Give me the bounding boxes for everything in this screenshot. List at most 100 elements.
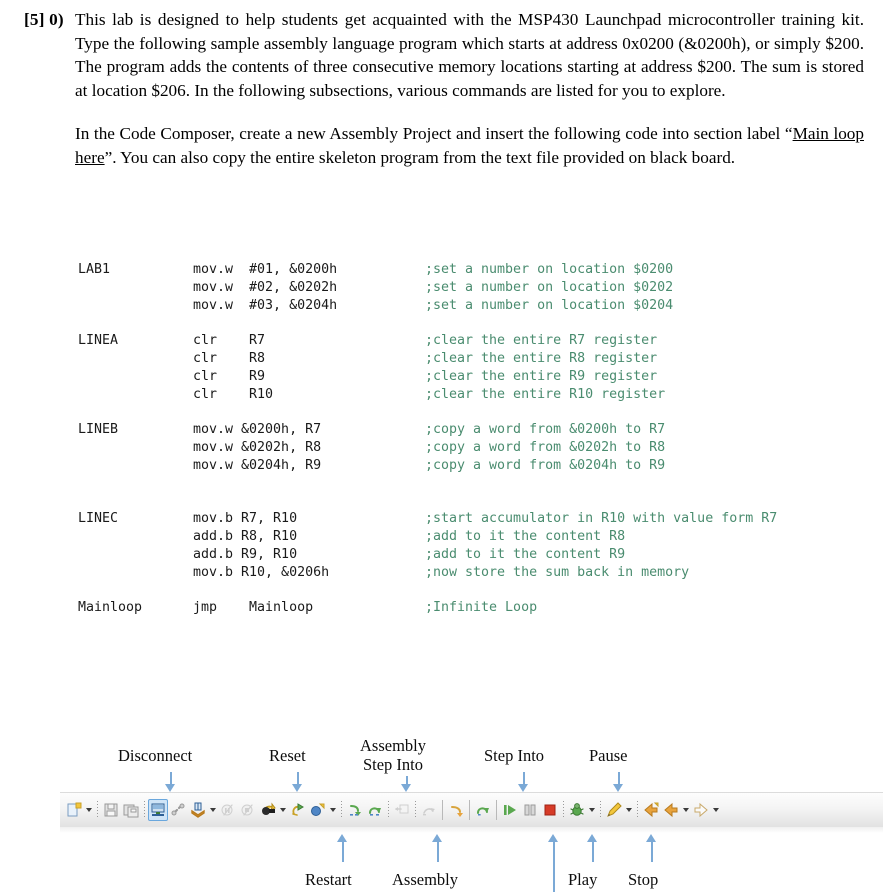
chevron-down-icon [280,808,286,812]
code-label: LINEC [78,511,119,527]
disconnect-target-icon[interactable] [148,799,168,821]
step-into-icon[interactable] [446,799,466,821]
toolbar-separator [338,800,345,820]
toolbar-separator [385,800,392,820]
run-dropdown-caret[interactable] [624,800,634,820]
chevron-down-icon [626,808,632,812]
assembly-code-listing: LAB1 mov.w #01, &0200h ;set a number on lo… [78,261,838,617]
step-return-disabled-icon[interactable] [392,799,412,821]
toolbar-separator [412,800,419,820]
toolbar-separator [493,800,500,820]
run-pencil-icon[interactable] [604,799,624,821]
run-to-line-disabled-icon[interactable] [419,799,439,821]
annotation-step-into-arrow [518,772,529,792]
terminate-disabled-icon[interactable] [238,799,258,821]
code-comment: ;clear the entire R7 register [425,333,658,349]
arrow-head [401,784,411,792]
code-instruction: mov.b R7, R10 [193,511,298,527]
assembly-step-into-icon[interactable] [345,799,365,821]
arrow-head [548,834,558,842]
annotation-restart-label: Restart [305,870,352,889]
code-comment: ;set a number on location $0200 [425,262,674,277]
set-pc-dropdown-caret[interactable] [328,800,338,820]
suspend-disabled-icon[interactable] [218,799,238,821]
new-file-dropdown-caret[interactable] [84,800,94,820]
arrow-head [165,784,175,792]
code-comment: ;copy a word from &0202h to R8 [425,439,666,455]
code-line: Mainloop jmp Mainloop ;Infinite Loop [78,599,838,617]
code-comment: ;start accumulator in R10 with value for… [425,511,778,527]
code-label: LINEB [78,422,119,438]
annotation-pause-arrow [613,772,624,792]
annotation-restart-arrow [337,834,348,862]
back-to-icon[interactable] [641,799,661,821]
annotation-disconnect-label: Disconnect [118,746,193,765]
assembly-step-over-icon[interactable] [365,799,385,821]
toolbar-separator [597,800,604,820]
pause-icon[interactable] [520,799,540,821]
back-arrow-icon[interactable] [661,799,681,821]
restart-icon[interactable] [288,799,308,821]
code-instruction: mov.w #03, &0204h [193,297,338,313]
annotation-assembly-arrow [432,834,443,862]
load-program-icon[interactable] [188,799,208,821]
lab-instructions: [5] 0) This lab is designed to help stud… [24,8,864,170]
code-instruction: mov.w #02, &0202h [193,279,338,295]
toolbar-separator [466,800,473,820]
arrow-head [646,834,656,842]
code-line: mov.w &0202h, R8 ;copy a word from &0202h… [78,439,838,457]
back-dropdown-caret[interactable] [681,800,691,820]
save-icon[interactable] [101,799,121,821]
code-comment: ;Infinite Loop [425,600,538,616]
chevron-down-icon [683,808,689,812]
code-comment: ;copy a word from &0204h to R9 [425,457,666,473]
connect-link-icon[interactable] [168,799,188,821]
code-comment: ;now store the sum back in memory [425,564,690,580]
arrow-shaft [437,842,439,862]
code-line: LINEA clr R7 ;clear the entire R7 register [78,332,838,350]
annotation-assembly-step-into-arrow [401,776,412,792]
arrow-shaft [651,842,653,862]
stop-terminate-icon[interactable] [540,799,560,821]
arrow-head [518,784,528,792]
code-line: mov.w #03, &0204h ;set a number on locati… [78,297,838,315]
code-instruction: mov.w &0204h, R9 [193,457,322,473]
forward-dropdown-caret[interactable] [711,800,721,820]
reset-dropdown-caret[interactable] [278,800,288,820]
annotation-step-into-label: Step Into [484,746,545,765]
code-instruction: mov.w #01, &0200h [193,262,338,277]
code-line: LINEC mov.b R7, R10 ;start accumulator in … [78,510,838,528]
question-number: [5] 0) [24,10,64,29]
code-instruction: mov.w &0202h, R8 [193,439,322,455]
code-label: LAB1 [78,262,111,277]
chevron-down-icon [713,808,719,812]
play-resume-icon[interactable] [500,799,520,821]
code-comment: ;set a number on location $0202 [425,279,674,295]
set-pc-icon[interactable] [308,799,328,821]
debug-bug-icon[interactable] [567,799,587,821]
code-instruction: clr R10 [193,386,274,402]
arrow-shaft [523,772,525,784]
toolbar-separator [141,800,148,820]
code-comment: ;clear the entire R10 register [425,386,666,402]
step-over-icon[interactable] [473,799,493,821]
new-file-icon[interactable] [64,799,84,821]
save-all-icon[interactable] [121,799,141,821]
code-line: add.b R9, R10 ;add to it the content R9 [78,546,838,564]
chevron-down-icon [86,808,92,812]
paragraph-before-link: In the Code Composer, create a new Assem… [75,124,793,144]
code-line: clr R8 ;clear the entire R8 register [78,350,838,368]
reset-cpu-icon[interactable] [258,799,278,821]
code-comment: ;add to it the content R9 [425,546,626,562]
annotation-step-over-arrow [548,834,559,892]
debug-dropdown-caret[interactable] [587,800,597,820]
forward-arrow-icon[interactable] [691,799,711,821]
chevron-down-icon [330,808,336,812]
load-program-dropdown-caret[interactable] [208,800,218,820]
annotation-play-arrow [587,834,598,862]
code-comment: ;copy a word from &0200h to R7 [425,422,666,438]
code-line: clr R10 ;clear the entire R10 register [78,386,838,404]
